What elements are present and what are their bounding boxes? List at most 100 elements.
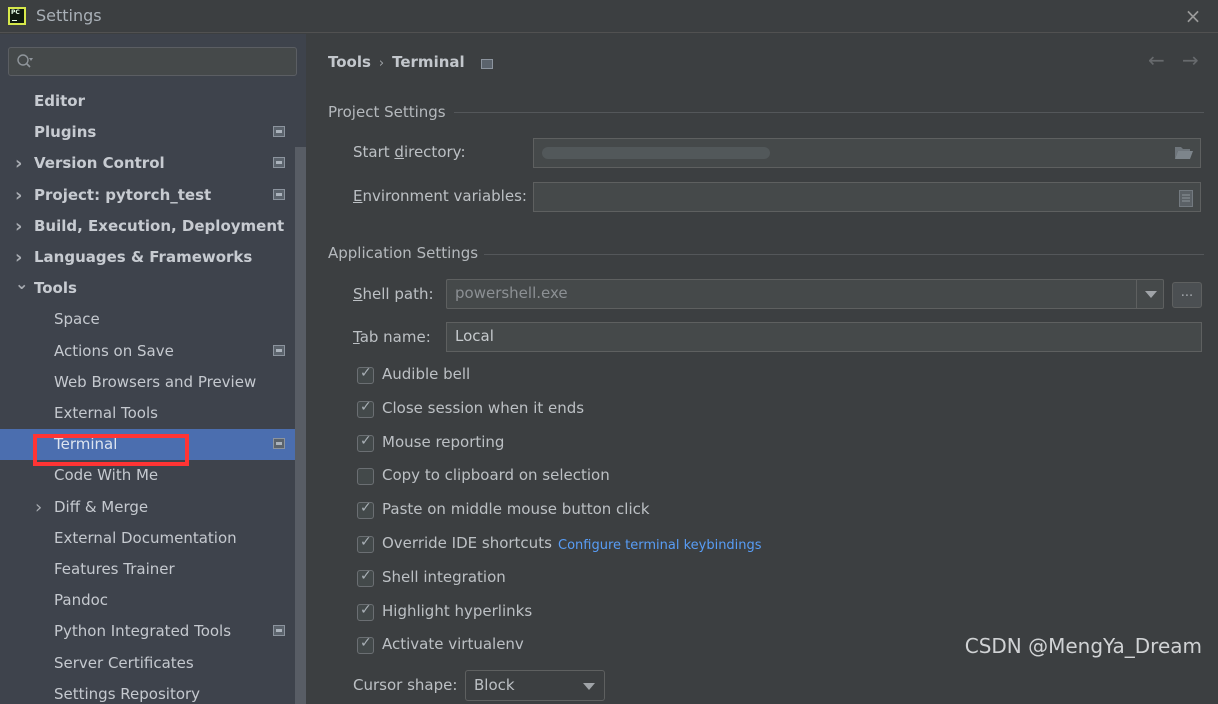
checkbox-label: Close session when it ends <box>382 398 585 417</box>
sidebar-item-code-with-me[interactable]: Code With Me <box>0 460 296 491</box>
sidebar-item-build-execution-deployment[interactable]: › Build, Execution, Deployment <box>0 211 296 242</box>
sidebar-item-diff-merge[interactable]: › Diff & Merge <box>0 492 296 523</box>
start-directory-input[interactable] <box>533 138 1201 168</box>
sidebar-item-label: Web Browsers and Preview <box>54 372 257 391</box>
project-scope-icon <box>273 438 285 450</box>
back-arrow-icon[interactable]: ← <box>1148 48 1165 72</box>
sidebar-item-space[interactable]: Space <box>0 304 296 335</box>
cursor-shape-label: Cursor shape: <box>353 676 458 694</box>
sidebar-item-web-browsers-and-preview[interactable]: Web Browsers and Preview <box>0 367 296 398</box>
breadcrumb-parent[interactable]: Tools <box>328 53 371 71</box>
environment-variables-input[interactable] <box>533 182 1201 212</box>
sidebar-item-label: External Tools <box>54 404 158 422</box>
edit-list-icon[interactable] <box>1179 190 1193 207</box>
terminal-settings-panel: Tools › Terminal ← → Project Settings Star… <box>306 34 1218 704</box>
chevron-down-icon[interactable]: ⌄ <box>15 268 28 299</box>
checkbox-label: Highlight hyperlinks <box>382 601 533 620</box>
sidebar-item-pandoc[interactable]: Pandoc <box>0 585 296 616</box>
sidebar-item-label: External Documentation <box>54 528 237 547</box>
breadcrumb-separator: › <box>378 56 385 71</box>
project-scope-icon <box>273 188 285 200</box>
chevron-right-icon[interactable]: › <box>15 211 25 242</box>
checkbox-checked-icon[interactable] <box>357 399 374 418</box>
checkbox-label: Shell integration <box>382 567 506 586</box>
tab-name-input[interactable]: Local <box>446 322 1202 352</box>
project-scope-icon <box>480 59 493 69</box>
sidebar-item-label: Pandoc <box>54 591 109 610</box>
sidebar-item-actions-on-save[interactable]: Actions on Save <box>0 336 296 367</box>
sidebar-item-tools[interactable]: ⌄ Tools <box>0 273 296 304</box>
sidebar-item-label: Server Certificates <box>54 653 194 672</box>
sidebar-item-project-pytorch-test[interactable]: › Project: pytorch_test <box>0 180 296 211</box>
sidebar-item-label: Code With Me <box>54 466 159 485</box>
sidebar-scrollbar[interactable] <box>295 147 306 704</box>
sidebar-item-label: Editor <box>34 92 85 110</box>
cursor-shape-select[interactable]: Block <box>465 670 605 701</box>
project-scope-icon <box>273 344 285 356</box>
environment-variables-label: Environment variables: <box>353 187 527 205</box>
breadcrumb: Tools › Terminal <box>328 53 493 71</box>
close-icon: × <box>1184 4 1202 28</box>
sidebar-item-label: Settings Repository <box>54 684 201 703</box>
redacted-path <box>542 147 770 159</box>
chevron-right-icon[interactable]: › <box>35 492 45 523</box>
settings-sidebar: Editor Plugins › Version Control › Project: p… <box>0 34 306 704</box>
sidebar-item-settings-repository[interactable]: Settings Repository <box>0 679 296 704</box>
sidebar-item-external-documentation[interactable]: External Documentation <box>0 523 296 554</box>
checkbox-checked-icon[interactable] <box>357 568 374 587</box>
sidebar-item-label: Diff & Merge <box>54 497 149 516</box>
application-settings-title: Application Settings <box>328 244 479 262</box>
section-divider <box>484 254 1204 255</box>
checkbox-unchecked-icon[interactable] <box>357 468 374 486</box>
tab-name-label: Tab name: <box>353 328 431 346</box>
sidebar-item-label: Python Integrated Tools <box>54 622 232 641</box>
checkbox-checked-icon[interactable] <box>357 602 374 621</box>
search-icon <box>17 54 33 68</box>
sidebar-item-terminal[interactable]: Terminal <box>0 429 306 461</box>
checkbox-label: Activate virtualenv <box>382 635 524 654</box>
settings-search-input[interactable] <box>8 47 297 76</box>
sidebar-item-editor[interactable]: Editor <box>0 86 296 117</box>
sidebar-item-plugins[interactable]: Plugins <box>0 117 296 148</box>
checkbox-label: Paste on middle mouse button click <box>382 500 650 519</box>
checkbox-label: Mouse reporting <box>382 432 505 451</box>
sidebar-item-version-control[interactable]: › Version Control <box>0 148 296 179</box>
sidebar-item-server-certificates[interactable]: Server Certificates <box>0 648 296 679</box>
watermark: CSDN @MengYa_Dream <box>964 634 1202 658</box>
window-title: Settings <box>36 6 102 25</box>
shell-path-value: powershell.exe <box>455 284 568 302</box>
checkbox-label: Override IDE shortcuts <box>382 534 552 552</box>
sidebar-item-label: Actions on Save <box>54 341 174 360</box>
folder-open-icon[interactable] <box>1175 146 1193 160</box>
sidebar-item-external-tools[interactable]: External Tools <box>0 398 296 429</box>
close-button[interactable]: × <box>1182 5 1204 27</box>
project-scope-icon <box>273 157 285 169</box>
shell-path-dropdown-arrow-icon[interactable] <box>1136 280 1163 308</box>
chevron-right-icon[interactable]: › <box>15 180 25 211</box>
sidebar-item-label: Plugins <box>34 123 97 142</box>
sidebar-item-label: Space <box>54 310 100 329</box>
project-settings-title: Project Settings <box>328 103 446 121</box>
breadcrumb-current: Terminal <box>392 53 465 71</box>
sidebar-item-label: Version Control <box>34 154 165 173</box>
checkbox-checked-icon[interactable] <box>357 635 374 655</box>
chevron-right-icon[interactable]: › <box>15 148 25 179</box>
sidebar-item-label: Languages & Frameworks <box>34 248 253 266</box>
configure-keybindings-link[interactable]: Configure terminal keybindings <box>558 538 762 553</box>
sidebar-item-label: Terminal <box>54 435 118 454</box>
checkbox-checked-icon[interactable] <box>357 534 374 553</box>
checkbox-checked-icon[interactable] <box>357 365 374 384</box>
forward-arrow-icon[interactable]: → <box>1182 48 1199 72</box>
shell-path-combobox[interactable]: powershell.exe <box>446 279 1164 309</box>
section-divider <box>454 112 1204 113</box>
checkbox-checked-icon[interactable] <box>357 433 374 452</box>
cursor-shape-value: Block <box>474 676 515 694</box>
shell-path-label: Shell path: <box>353 285 434 303</box>
project-scope-icon <box>273 126 285 138</box>
sidebar-item-features-trainer[interactable]: Features Trainer <box>0 554 296 585</box>
sidebar-item-label: Tools <box>34 279 77 298</box>
sidebar-item-python-integrated-tools[interactable]: Python Integrated Tools <box>0 616 296 647</box>
shell-path-browse-button[interactable]: ... <box>1172 282 1202 308</box>
checkbox-checked-icon[interactable] <box>357 500 374 520</box>
sidebar-item-languages-frameworks[interactable]: › Languages & Frameworks <box>0 242 296 273</box>
